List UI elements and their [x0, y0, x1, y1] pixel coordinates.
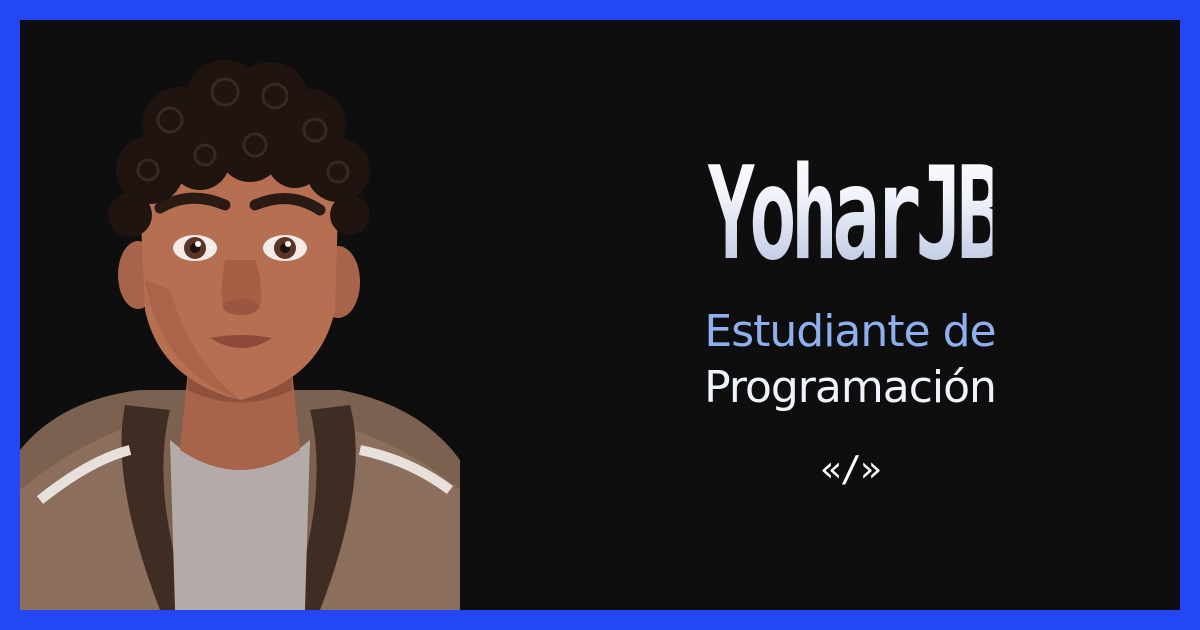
profile-card: YoharJB Estudiante de Programación «/» — [0, 0, 1200, 630]
avatar — [20, 20, 460, 610]
subtitle-line-1: Estudiante de — [704, 306, 996, 357]
avatar-illustration — [20, 60, 460, 610]
brand-block: YoharJB Estudiante de Programación «/» — [620, 130, 1080, 490]
profile-name: YoharJB — [707, 130, 1004, 300]
code-brackets-icon: «/» — [820, 449, 881, 490]
subtitle-line-2: Programación — [704, 362, 997, 413]
profile-subtitle: Estudiante de Programación — [620, 304, 1080, 416]
